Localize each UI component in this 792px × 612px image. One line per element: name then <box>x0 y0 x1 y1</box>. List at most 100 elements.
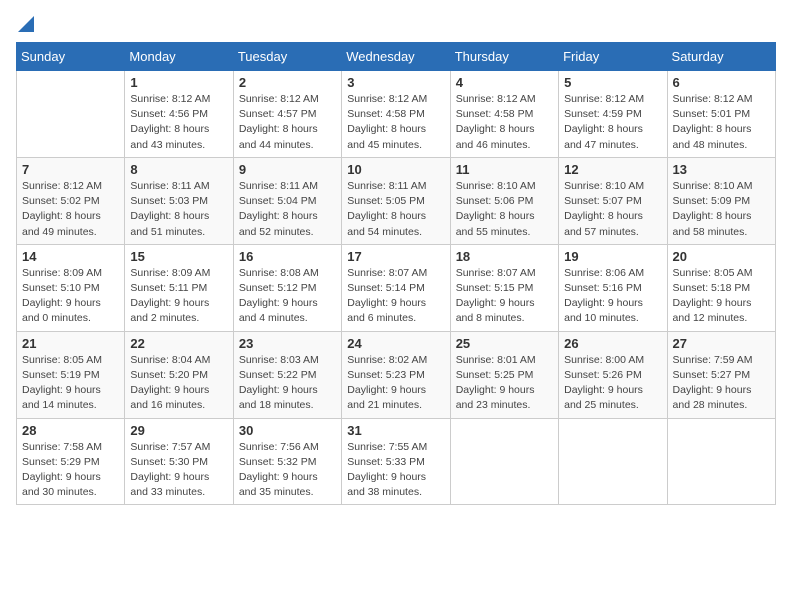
day-number: 17 <box>347 249 444 264</box>
day-number: 9 <box>239 162 336 177</box>
day-info: Sunrise: 8:09 AMSunset: 5:10 PMDaylight:… <box>22 266 119 327</box>
day-number: 8 <box>130 162 227 177</box>
calendar-cell: 2 Sunrise: 8:12 AMSunset: 4:57 PMDayligh… <box>233 71 341 158</box>
day-number: 4 <box>456 75 553 90</box>
day-info: Sunrise: 8:12 AMSunset: 4:56 PMDaylight:… <box>130 92 227 153</box>
calendar-table: SundayMondayTuesdayWednesdayThursdayFrid… <box>16 42 776 505</box>
calendar-cell: 8 Sunrise: 8:11 AMSunset: 5:03 PMDayligh… <box>125 157 233 244</box>
calendar-cell: 13 Sunrise: 8:10 AMSunset: 5:09 PMDaylig… <box>667 157 775 244</box>
calendar-cell <box>17 71 125 158</box>
weekday-header-thursday: Thursday <box>450 43 558 71</box>
day-info: Sunrise: 8:04 AMSunset: 5:20 PMDaylight:… <box>130 353 227 414</box>
calendar-cell: 18 Sunrise: 8:07 AMSunset: 5:15 PMDaylig… <box>450 244 558 331</box>
day-info: Sunrise: 8:12 AMSunset: 4:59 PMDaylight:… <box>564 92 661 153</box>
calendar-cell: 16 Sunrise: 8:08 AMSunset: 5:12 PMDaylig… <box>233 244 341 331</box>
day-info: Sunrise: 8:07 AMSunset: 5:15 PMDaylight:… <box>456 266 553 327</box>
day-number: 21 <box>22 336 119 351</box>
page-header <box>16 16 776 32</box>
weekday-header-monday: Monday <box>125 43 233 71</box>
day-info: Sunrise: 8:03 AMSunset: 5:22 PMDaylight:… <box>239 353 336 414</box>
calendar-week-row: 7 Sunrise: 8:12 AMSunset: 5:02 PMDayligh… <box>17 157 776 244</box>
day-info: Sunrise: 8:09 AMSunset: 5:11 PMDaylight:… <box>130 266 227 327</box>
day-number: 16 <box>239 249 336 264</box>
day-number: 13 <box>673 162 770 177</box>
day-number: 30 <box>239 423 336 438</box>
calendar-cell: 29 Sunrise: 7:57 AMSunset: 5:30 PMDaylig… <box>125 418 233 505</box>
day-info: Sunrise: 8:02 AMSunset: 5:23 PMDaylight:… <box>347 353 444 414</box>
day-number: 6 <box>673 75 770 90</box>
day-number: 26 <box>564 336 661 351</box>
calendar-cell: 3 Sunrise: 8:12 AMSunset: 4:58 PMDayligh… <box>342 71 450 158</box>
calendar-cell <box>450 418 558 505</box>
calendar-week-row: 21 Sunrise: 8:05 AMSunset: 5:19 PMDaylig… <box>17 331 776 418</box>
day-number: 31 <box>347 423 444 438</box>
day-info: Sunrise: 8:10 AMSunset: 5:09 PMDaylight:… <box>673 179 770 240</box>
calendar-cell: 4 Sunrise: 8:12 AMSunset: 4:58 PMDayligh… <box>450 71 558 158</box>
day-info: Sunrise: 8:10 AMSunset: 5:06 PMDaylight:… <box>456 179 553 240</box>
day-number: 27 <box>673 336 770 351</box>
day-number: 28 <box>22 423 119 438</box>
day-number: 14 <box>22 249 119 264</box>
calendar-cell: 7 Sunrise: 8:12 AMSunset: 5:02 PMDayligh… <box>17 157 125 244</box>
day-info: Sunrise: 7:59 AMSunset: 5:27 PMDaylight:… <box>673 353 770 414</box>
day-info: Sunrise: 8:05 AMSunset: 5:19 PMDaylight:… <box>22 353 119 414</box>
day-info: Sunrise: 7:58 AMSunset: 5:29 PMDaylight:… <box>22 440 119 501</box>
day-info: Sunrise: 8:05 AMSunset: 5:18 PMDaylight:… <box>673 266 770 327</box>
calendar-cell: 31 Sunrise: 7:55 AMSunset: 5:33 PMDaylig… <box>342 418 450 505</box>
day-number: 24 <box>347 336 444 351</box>
day-number: 29 <box>130 423 227 438</box>
day-number: 3 <box>347 75 444 90</box>
calendar-cell <box>559 418 667 505</box>
weekday-header-row: SundayMondayTuesdayWednesdayThursdayFrid… <box>17 43 776 71</box>
day-info: Sunrise: 8:11 AMSunset: 5:05 PMDaylight:… <box>347 179 444 240</box>
day-number: 18 <box>456 249 553 264</box>
day-number: 7 <box>22 162 119 177</box>
calendar-cell: 30 Sunrise: 7:56 AMSunset: 5:32 PMDaylig… <box>233 418 341 505</box>
calendar-cell: 11 Sunrise: 8:10 AMSunset: 5:06 PMDaylig… <box>450 157 558 244</box>
weekday-header-wednesday: Wednesday <box>342 43 450 71</box>
day-info: Sunrise: 8:06 AMSunset: 5:16 PMDaylight:… <box>564 266 661 327</box>
day-number: 12 <box>564 162 661 177</box>
logo <box>16 16 34 32</box>
day-info: Sunrise: 8:08 AMSunset: 5:12 PMDaylight:… <box>239 266 336 327</box>
day-info: Sunrise: 8:12 AMSunset: 4:58 PMDaylight:… <box>456 92 553 153</box>
weekday-header-friday: Friday <box>559 43 667 71</box>
calendar-cell: 5 Sunrise: 8:12 AMSunset: 4:59 PMDayligh… <box>559 71 667 158</box>
calendar-week-row: 1 Sunrise: 8:12 AMSunset: 4:56 PMDayligh… <box>17 71 776 158</box>
calendar-cell: 24 Sunrise: 8:02 AMSunset: 5:23 PMDaylig… <box>342 331 450 418</box>
calendar-cell: 22 Sunrise: 8:04 AMSunset: 5:20 PMDaylig… <box>125 331 233 418</box>
calendar-cell: 25 Sunrise: 8:01 AMSunset: 5:25 PMDaylig… <box>450 331 558 418</box>
day-info: Sunrise: 8:10 AMSunset: 5:07 PMDaylight:… <box>564 179 661 240</box>
day-number: 20 <box>673 249 770 264</box>
day-info: Sunrise: 8:11 AMSunset: 5:03 PMDaylight:… <box>130 179 227 240</box>
day-number: 15 <box>130 249 227 264</box>
day-info: Sunrise: 8:00 AMSunset: 5:26 PMDaylight:… <box>564 353 661 414</box>
day-number: 1 <box>130 75 227 90</box>
calendar-cell: 9 Sunrise: 8:11 AMSunset: 5:04 PMDayligh… <box>233 157 341 244</box>
day-number: 2 <box>239 75 336 90</box>
day-number: 11 <box>456 162 553 177</box>
calendar-cell: 6 Sunrise: 8:12 AMSunset: 5:01 PMDayligh… <box>667 71 775 158</box>
calendar-cell: 21 Sunrise: 8:05 AMSunset: 5:19 PMDaylig… <box>17 331 125 418</box>
day-info: Sunrise: 8:01 AMSunset: 5:25 PMDaylight:… <box>456 353 553 414</box>
calendar-cell: 12 Sunrise: 8:10 AMSunset: 5:07 PMDaylig… <box>559 157 667 244</box>
day-number: 23 <box>239 336 336 351</box>
calendar-week-row: 14 Sunrise: 8:09 AMSunset: 5:10 PMDaylig… <box>17 244 776 331</box>
calendar-cell: 10 Sunrise: 8:11 AMSunset: 5:05 PMDaylig… <box>342 157 450 244</box>
day-info: Sunrise: 8:11 AMSunset: 5:04 PMDaylight:… <box>239 179 336 240</box>
calendar-cell: 27 Sunrise: 7:59 AMSunset: 5:27 PMDaylig… <box>667 331 775 418</box>
day-info: Sunrise: 7:55 AMSunset: 5:33 PMDaylight:… <box>347 440 444 501</box>
calendar-cell <box>667 418 775 505</box>
day-info: Sunrise: 8:12 AMSunset: 4:58 PMDaylight:… <box>347 92 444 153</box>
calendar-cell: 19 Sunrise: 8:06 AMSunset: 5:16 PMDaylig… <box>559 244 667 331</box>
weekday-header-tuesday: Tuesday <box>233 43 341 71</box>
weekday-header-saturday: Saturday <box>667 43 775 71</box>
day-number: 10 <box>347 162 444 177</box>
day-number: 22 <box>130 336 227 351</box>
day-info: Sunrise: 8:12 AMSunset: 5:01 PMDaylight:… <box>673 92 770 153</box>
logo-icon <box>18 16 34 32</box>
calendar-cell: 17 Sunrise: 8:07 AMSunset: 5:14 PMDaylig… <box>342 244 450 331</box>
calendar-cell: 20 Sunrise: 8:05 AMSunset: 5:18 PMDaylig… <box>667 244 775 331</box>
day-info: Sunrise: 8:12 AMSunset: 5:02 PMDaylight:… <box>22 179 119 240</box>
day-number: 25 <box>456 336 553 351</box>
